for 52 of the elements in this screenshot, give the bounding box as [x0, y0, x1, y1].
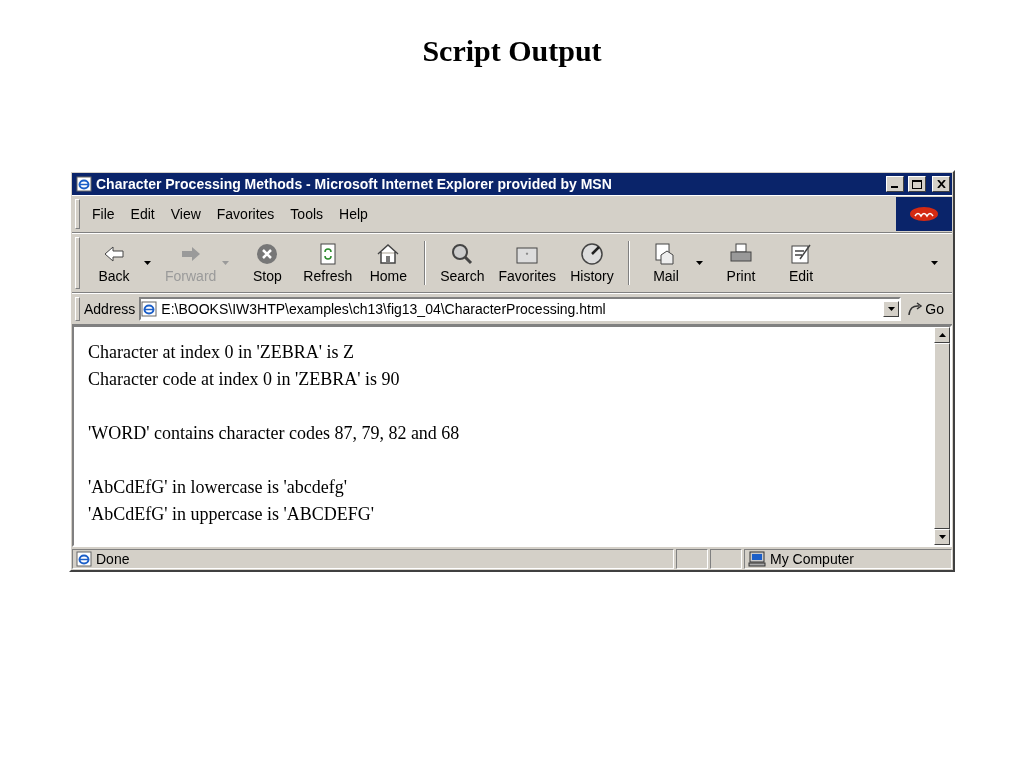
toolbar-button[interactable]: Print	[710, 240, 771, 286]
page-icon	[76, 551, 92, 567]
status-pane	[710, 549, 742, 569]
caret-icon	[695, 261, 703, 265]
menu-item[interactable]: Edit	[122, 206, 163, 222]
toolbar-button[interactable]: Stop	[237, 240, 298, 286]
go-button[interactable]: Go	[901, 301, 950, 317]
dropdown-button[interactable]	[883, 301, 900, 317]
toolbar-button[interactable]: History	[561, 240, 622, 286]
down-arrow-icon	[938, 535, 946, 539]
menu-item[interactable]: View	[162, 206, 209, 222]
output-line: 'AbCdEfG' in lowercase is 'abcdefg'	[88, 476, 348, 499]
curved-arrow-icon	[907, 302, 924, 316]
status-text: Done	[96, 551, 130, 567]
maximize-button[interactable]	[908, 176, 926, 192]
status-pane	[676, 549, 708, 569]
output-line: Character code at index 0 in 'ZEBRA' is 90	[88, 368, 401, 391]
close-icon	[936, 180, 946, 188]
menu-item[interactable]: File	[84, 206, 123, 222]
toolbar-button[interactable]: Edit	[770, 240, 831, 286]
address-field[interactable]: E:\BOOKS\IW3HTP\examples\ch13\fig13_04\CharacterProcessing.html	[139, 297, 902, 321]
page-icon	[141, 301, 158, 317]
scroll-up-button[interactable]	[934, 327, 950, 343]
computer-icon	[748, 551, 766, 567]
menu-item[interactable]: Help	[331, 206, 376, 222]
browser-icon	[76, 176, 92, 192]
toolbar-button[interactable]: Mail	[635, 240, 711, 286]
window-title: Character Processing Methods - Microsoft Internet Explorer provided by MSN	[96, 176, 613, 192]
scroll-down-button[interactable]	[934, 529, 950, 545]
caret-icon	[887, 307, 895, 311]
slide-title: Script Output	[422, 34, 602, 68]
toolbar-button[interactable]: Back	[84, 240, 159, 286]
chevron-icon[interactable]	[931, 261, 938, 265]
minimize-button[interactable]	[886, 176, 904, 192]
up-arrow-icon	[938, 333, 946, 337]
menu-item[interactable]: Favorites	[208, 206, 283, 222]
logo-icon	[909, 206, 939, 222]
caret-icon	[222, 261, 230, 265]
clock-icon	[578, 242, 605, 266]
toolbar-button[interactable]: Home	[358, 240, 419, 286]
toolbar-button[interactable]: Refresh	[297, 240, 359, 286]
toolbar-button[interactable]: Search	[432, 240, 493, 286]
close-button[interactable]	[932, 176, 950, 192]
caret-icon	[144, 261, 151, 265]
maximize-icon	[912, 179, 922, 189]
toolbar-button[interactable]: Favorites	[492, 240, 562, 286]
menu-item[interactable]: Tools	[282, 206, 332, 222]
address-label: Address	[84, 301, 136, 317]
zone-text: My Computer	[770, 551, 855, 567]
output-line: Character at index 0 in 'ZEBRA' is Z	[88, 341, 355, 364]
output-line: 'WORD' contains character codes 87, 79, 82 and 68	[88, 422, 461, 445]
output-line: 'AbCdEfG' in uppercase is 'ABCDEFG'	[88, 503, 375, 526]
